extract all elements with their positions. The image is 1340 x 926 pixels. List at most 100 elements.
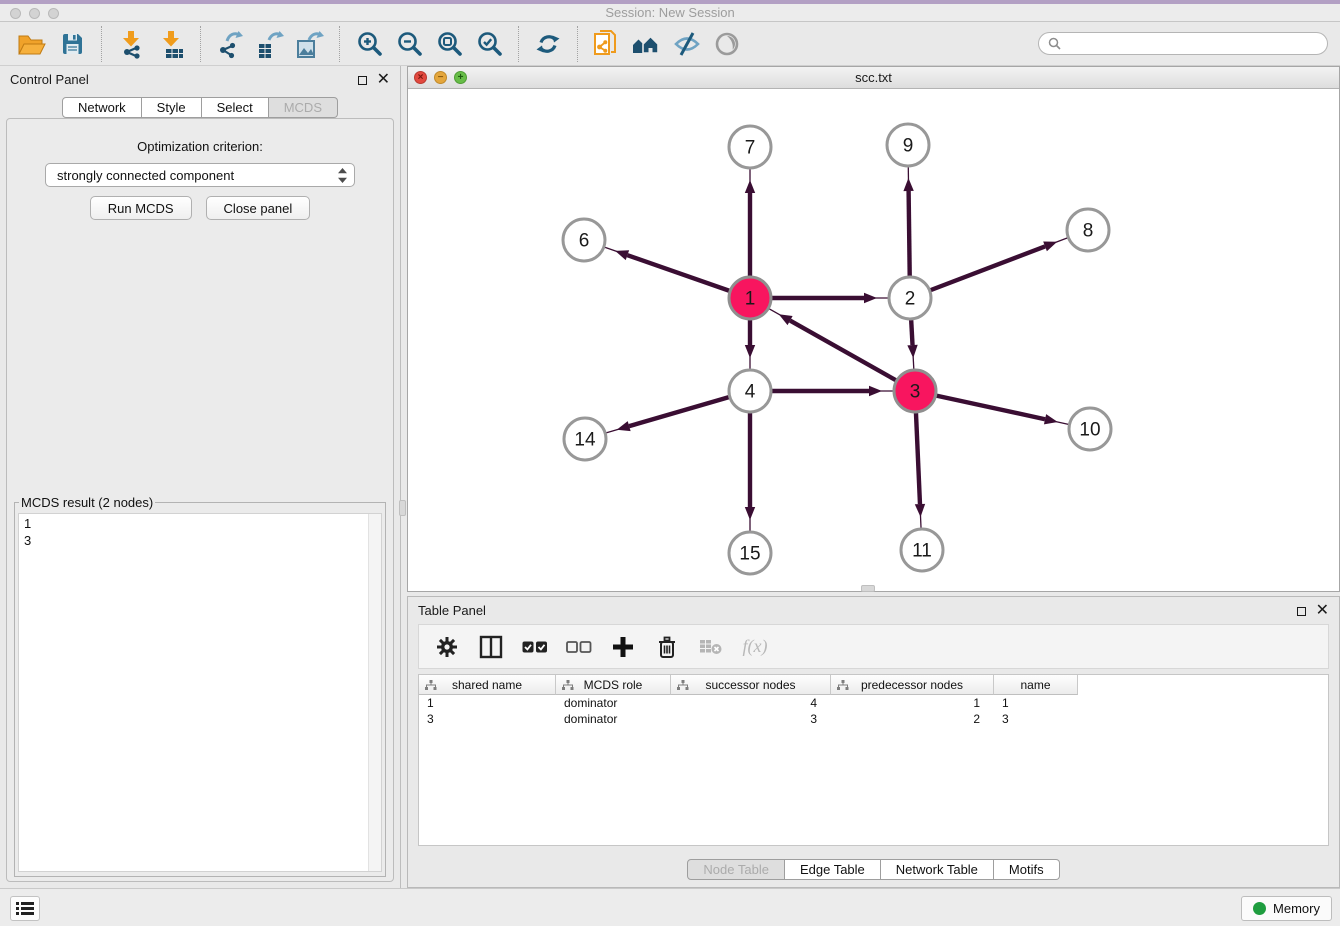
column-header-name[interactable]: name	[994, 675, 1078, 695]
table-settings-button[interactable]	[431, 631, 463, 663]
control-tab-network[interactable]: Network	[62, 97, 142, 118]
table-cell-shared-name[interactable]: 1	[419, 695, 556, 711]
delete-columns-button[interactable]	[651, 631, 683, 663]
toolbar-separator	[518, 26, 519, 62]
table-cell-successor-nodes[interactable]: 4	[671, 695, 831, 711]
home-button[interactable]	[627, 26, 667, 62]
table-cell-mcds-role[interactable]: dominator	[556, 695, 671, 711]
table-row[interactable]: 3dominator323	[419, 711, 1328, 727]
import-table-button[interactable]	[151, 26, 191, 62]
column-header-mcds-role[interactable]: MCDS role	[556, 675, 671, 695]
save-session-button[interactable]	[52, 26, 92, 62]
zoom-selected-button[interactable]	[469, 26, 509, 62]
table-cell-predecessor-nodes[interactable]: 1	[831, 695, 994, 711]
column-header-label: MCDS role	[584, 678, 643, 692]
result-scrollbar[interactable]	[368, 514, 381, 871]
trash-icon	[654, 634, 680, 660]
close-window-button[interactable]	[10, 8, 21, 19]
export-table-icon	[255, 29, 285, 59]
hide-panels-icon	[672, 30, 702, 58]
export-table-button[interactable]	[250, 26, 290, 62]
network-window-titlebar[interactable]: × − + scc.txt	[408, 67, 1339, 89]
main-toolbar	[0, 22, 1340, 66]
hierarchy-icon	[562, 680, 574, 691]
delete-table-button[interactable]	[695, 631, 727, 663]
column-header-predecessor-nodes[interactable]: predecessor nodes	[831, 675, 994, 695]
open-file-button[interactable]	[12, 26, 52, 62]
network-canvas[interactable]: 7968124314101511	[408, 89, 1339, 591]
split-panel-button[interactable]	[475, 631, 507, 663]
zoom-window-button[interactable]	[48, 8, 59, 19]
graph-node-label-9: 9	[903, 136, 914, 157]
table-cell-shared-name[interactable]: 3	[419, 711, 556, 727]
graph-node-label-15: 15	[739, 544, 760, 565]
maximize-view-button[interactable]: +	[454, 71, 467, 84]
close-panel-button[interactable]: Close panel	[206, 196, 311, 220]
zoom-fit-icon	[436, 30, 463, 57]
table-header-row: shared name MCDS role successor nodes prede…	[419, 675, 1078, 695]
panel-list-button[interactable]	[10, 896, 40, 921]
table-cell-name[interactable]: 1	[994, 695, 1078, 711]
graph-node-label-10: 10	[1079, 420, 1100, 441]
tab-network-table[interactable]: Network Table	[881, 859, 994, 880]
table-cell-mcds-role[interactable]: dominator	[556, 711, 671, 727]
float-table-panel-icon[interactable]	[1297, 607, 1306, 616]
column-header-label: name	[1020, 678, 1050, 692]
hide-panels-button[interactable]	[667, 26, 707, 62]
optimization-criterion-select[interactable]: strongly connected component	[45, 163, 355, 187]
column-header-shared-name[interactable]: shared name	[419, 675, 556, 695]
hide-all-columns-button[interactable]	[563, 631, 595, 663]
column-header-label: shared name	[452, 678, 522, 692]
table-toolbar: f(x)	[418, 624, 1329, 669]
close-view-button[interactable]: ×	[414, 71, 427, 84]
table-cell-predecessor-nodes[interactable]: 2	[831, 711, 994, 727]
network-graph: 7968124314101511	[408, 89, 1339, 591]
control-tab-mcds[interactable]: MCDS	[269, 97, 338, 118]
export-network-button[interactable]	[210, 26, 250, 62]
control-tab-select[interactable]: Select	[202, 97, 269, 118]
column-header-label: predecessor nodes	[861, 678, 963, 692]
column-header-successor-nodes[interactable]: successor nodes	[671, 675, 831, 695]
zoom-fit-button[interactable]	[429, 26, 469, 62]
hierarchy-icon	[837, 680, 849, 691]
import-table-icon	[156, 29, 186, 59]
vertical-splitter-grip[interactable]	[399, 500, 406, 516]
minimize-window-button[interactable]	[29, 8, 40, 19]
new-network-from-selection-button[interactable]	[587, 26, 627, 62]
split-columns-icon	[478, 634, 504, 660]
selected-option-label: strongly connected component	[57, 168, 337, 183]
import-network-button[interactable]	[111, 26, 151, 62]
preview-button[interactable]	[707, 26, 747, 62]
horizontal-splitter-grip[interactable]	[861, 585, 875, 592]
zoom-in-button[interactable]	[349, 26, 389, 62]
close-table-panel-icon[interactable]: ✕	[1316, 605, 1329, 616]
export-image-button[interactable]	[290, 26, 330, 62]
apply-function-button[interactable]: f(x)	[739, 631, 771, 663]
tab-node-table[interactable]: Node Table	[687, 859, 785, 880]
checked-boxes-icon	[522, 639, 548, 655]
memory-button[interactable]: Memory	[1241, 896, 1332, 921]
table-cell-name[interactable]: 3	[994, 711, 1078, 727]
graph-node-label-1: 1	[745, 289, 756, 310]
close-panel-icon[interactable]: ✕	[377, 74, 390, 85]
table-row[interactable]: 1dominator411	[419, 695, 1328, 711]
network-view-title: scc.txt	[408, 67, 1339, 89]
mcds-result-area[interactable]: 1 3	[18, 513, 382, 872]
run-mcds-button[interactable]: Run MCDS	[90, 196, 192, 220]
memory-button-label: Memory	[1273, 901, 1320, 916]
control-tab-style[interactable]: Style	[142, 97, 202, 118]
preview-eye-icon	[713, 30, 741, 58]
zoom-selected-icon	[476, 30, 503, 57]
table-cell-successor-nodes[interactable]: 3	[671, 711, 831, 727]
column-header-label: successor nodes	[705, 678, 795, 692]
show-all-columns-button[interactable]	[519, 631, 551, 663]
tab-edge-table[interactable]: Edge Table	[785, 859, 881, 880]
mcds-tab-content: Optimization criterion: strongly connect…	[6, 118, 394, 882]
search-input[interactable]	[1067, 36, 1318, 51]
tab-motifs[interactable]: Motifs	[994, 859, 1060, 880]
float-panel-icon[interactable]	[358, 76, 367, 85]
update-view-button[interactable]	[528, 26, 568, 62]
zoom-out-button[interactable]	[389, 26, 429, 62]
create-column-button[interactable]	[607, 631, 639, 663]
minimize-view-button[interactable]: −	[434, 71, 447, 84]
